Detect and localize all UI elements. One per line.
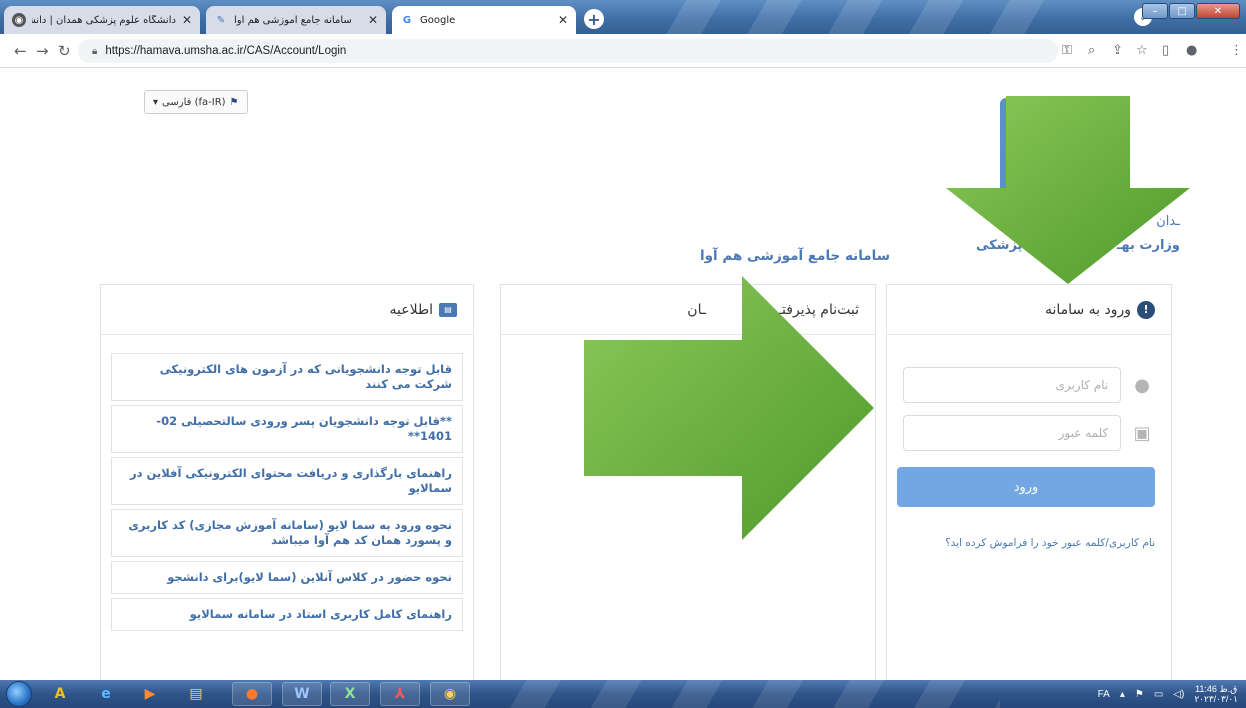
language-label: فارسی (fa-IR) — [162, 96, 226, 108]
flag-icon: ⚑ — [229, 96, 239, 108]
start-button[interactable] — [6, 681, 32, 707]
chevron-up-icon[interactable]: ▴ — [1120, 689, 1125, 700]
news-item[interactable]: قابل توجه دانشجویانی که در آزمون های الک… — [111, 353, 463, 401]
globe-icon: ◉ — [12, 13, 26, 27]
logo-text-line2: وزارت بهـ ـوزش پزشکی — [920, 238, 1180, 253]
login-form: ● ▣ ورود نام کاربری/کلمه عبور خود را فرا… — [887, 335, 1171, 549]
network-icon[interactable]: ▭ — [1154, 689, 1163, 700]
media-icon[interactable]: ▶ — [130, 682, 170, 706]
pdf-icon[interactable]: ⅄ — [380, 682, 420, 706]
password-input[interactable] — [903, 415, 1122, 451]
logo-text-part: وزارت بهـ — [1116, 238, 1180, 253]
forward-icon[interactable]: → — [36, 42, 49, 60]
google-icon: G — [402, 14, 412, 26]
news-item[interactable]: **قابل توجه دانشجویان پسر ورودی سالتحصیل… — [111, 405, 463, 453]
new-tab-button[interactable]: + — [584, 9, 604, 29]
firefox-icon[interactable]: ● — [232, 682, 272, 706]
ie-icon[interactable]: e — [86, 682, 126, 706]
language-indicator[interactable]: FA — [1098, 689, 1110, 700]
app-icon[interactable]: A — [40, 682, 80, 706]
url-text: https://hamava.umsha.ac.ir/CAS/Account/L… — [105, 45, 347, 57]
minimize-button[interactable]: – — [1142, 3, 1168, 19]
browser-titlebar: ◉ دانشگاه علوم پزشکی همدان | دانشگاه علو… — [0, 0, 1246, 34]
login-button[interactable]: ورود — [897, 467, 1155, 507]
language-selector[interactable]: ▾ فارسی (fa-IR) ⚑ — [144, 90, 248, 114]
chrome-icon[interactable]: ◉ — [430, 682, 470, 706]
maximize-button[interactable]: □ — [1169, 3, 1195, 19]
zoom-icon[interactable]: ⌕ — [1088, 43, 1095, 58]
address-bar[interactable]: 🔒︎ https://hamava.umsha.ac.ir/CAS/Accoun… — [78, 39, 1058, 63]
lock-icon: ▣ — [1133, 422, 1151, 444]
tab-hamava[interactable]: ✎ سامانه جامع آموزشی هم آوا ✕ — [206, 6, 386, 34]
newspaper-icon: ▤ — [439, 302, 457, 317]
registration-title-part: ـان — [687, 301, 706, 318]
user-icon: ● — [1134, 374, 1150, 396]
browser-toolbar: ← → ↻ 🔒︎ https://hamava.umsha.ac.ir/CAS/… — [0, 34, 1246, 68]
news-item[interactable]: نحوه حضور در کلاس آنلاین (سما لایو)برای … — [111, 561, 463, 594]
sidepanel-icon[interactable]: ▯ — [1162, 43, 1169, 58]
news-item[interactable]: راهنمای بارگذاری و دریافت محتوای الکترون… — [111, 457, 463, 505]
login-panel: ! ورود به سامانه ● ▣ ورود نام کاربری/کلم… — [886, 284, 1172, 684]
forgot-password-link[interactable]: نام کاربری/کلمه عبور خود را فراموش کرده … — [903, 537, 1155, 549]
username-row: ● — [903, 367, 1155, 403]
password-row: ▣ — [903, 415, 1155, 451]
windows-taskbar: A e ▶ ▤ ● W X ⅄ ◉ FA ▴ ⚑ ▭ ◁) 11:46 ق.ظ … — [0, 680, 1246, 708]
reload-icon[interactable]: ↻ — [58, 42, 71, 60]
tab-title: Google — [420, 14, 456, 26]
close-icon[interactable]: ✕ — [368, 13, 378, 27]
news-panel: ▤ اطلاعیه قابل توجه دانشجویانی که در آزم… — [100, 284, 474, 684]
window-controls: – □ ✕ — [1142, 3, 1240, 19]
clock-date: ۲۰۲۳/۰۳/۰۱ — [1194, 694, 1238, 704]
tab-umsha[interactable]: ◉ دانشگاه علوم پزشکی همدان | دانشگاه علو… — [4, 6, 200, 34]
tab-title: دانشگاه علوم پزشکی همدان | دانشگاه علوم … — [32, 14, 176, 26]
clock[interactable]: 11:46 ق.ظ ۲۰۲۳/۰۳/۰۱ — [1194, 684, 1238, 704]
system-title: سامانه جامع آموزشی هم آوا — [700, 248, 890, 264]
page-content: ▾ فارسی (fa-IR) ⚑ ـدان وزارت بهـ ـوزش پزش… — [0, 68, 1246, 684]
close-icon[interactable]: ✕ — [558, 13, 568, 27]
logo-text-part: ـوزش پزشکی — [975, 238, 1065, 253]
logo-text-line1: ـدان — [1156, 214, 1180, 229]
username-input[interactable] — [903, 367, 1122, 403]
word-icon[interactable]: W — [282, 682, 322, 706]
chevron-down-icon: ▾ — [153, 96, 159, 108]
tab-google[interactable]: G Google ✕ — [392, 6, 576, 34]
news-list: قابل توجه دانشجویانی که در آزمون های الک… — [101, 335, 473, 631]
login-panel-title: ورود به سامانه — [1045, 301, 1131, 318]
login-panel-header: ! ورود به سامانه — [887, 285, 1171, 335]
close-icon[interactable]: ✕ — [182, 13, 192, 27]
close-window-button[interactable]: ✕ — [1196, 3, 1240, 19]
flag-icon[interactable]: ⚑ — [1135, 689, 1144, 700]
registration-panel: ثبت‌نام پذیرفتـ ـان — [500, 284, 876, 684]
tab-title: سامانه جامع آموزشی هم آوا — [234, 14, 352, 26]
excel-icon[interactable]: X — [330, 682, 370, 706]
profile-icon[interactable]: ● — [1186, 43, 1197, 58]
info-icon: ! — [1137, 300, 1155, 319]
news-item[interactable]: راهنمای کامل کاربری استاد در سامانه سمال… — [111, 598, 463, 631]
folder-icon[interactable]: ▤ — [176, 682, 216, 706]
news-item[interactable]: نحوه ورود به سما لایو (سامانه آموزش مجاز… — [111, 509, 463, 557]
key-icon[interactable]: ⚿ — [1062, 43, 1072, 58]
system-tray: FA ▴ ⚑ ▭ ◁) 11:46 ق.ظ ۲۰۲۳/۰۳/۰۱ — [1098, 684, 1238, 704]
university-logo — [1000, 98, 1090, 198]
star-icon[interactable]: ☆ — [1136, 43, 1148, 58]
news-panel-title: اطلاعیه — [389, 301, 433, 318]
registration-panel-header: ثبت‌نام پذیرفتـ ـان — [501, 285, 875, 335]
menu-icon[interactable]: ⋮ — [1230, 43, 1243, 58]
registration-title-part: ثبت‌نام پذیرفتـ — [777, 301, 859, 318]
news-panel-header: ▤ اطلاعیه — [101, 285, 473, 335]
share-icon[interactable]: ⇪ — [1112, 43, 1123, 58]
hamava-icon: ✎ — [216, 14, 226, 26]
back-icon[interactable]: ← — [14, 42, 27, 60]
volume-icon[interactable]: ◁) — [1173, 689, 1184, 700]
lock-icon: 🔒︎ — [92, 45, 98, 57]
clock-time: 11:46 ق.ظ — [1195, 684, 1238, 694]
